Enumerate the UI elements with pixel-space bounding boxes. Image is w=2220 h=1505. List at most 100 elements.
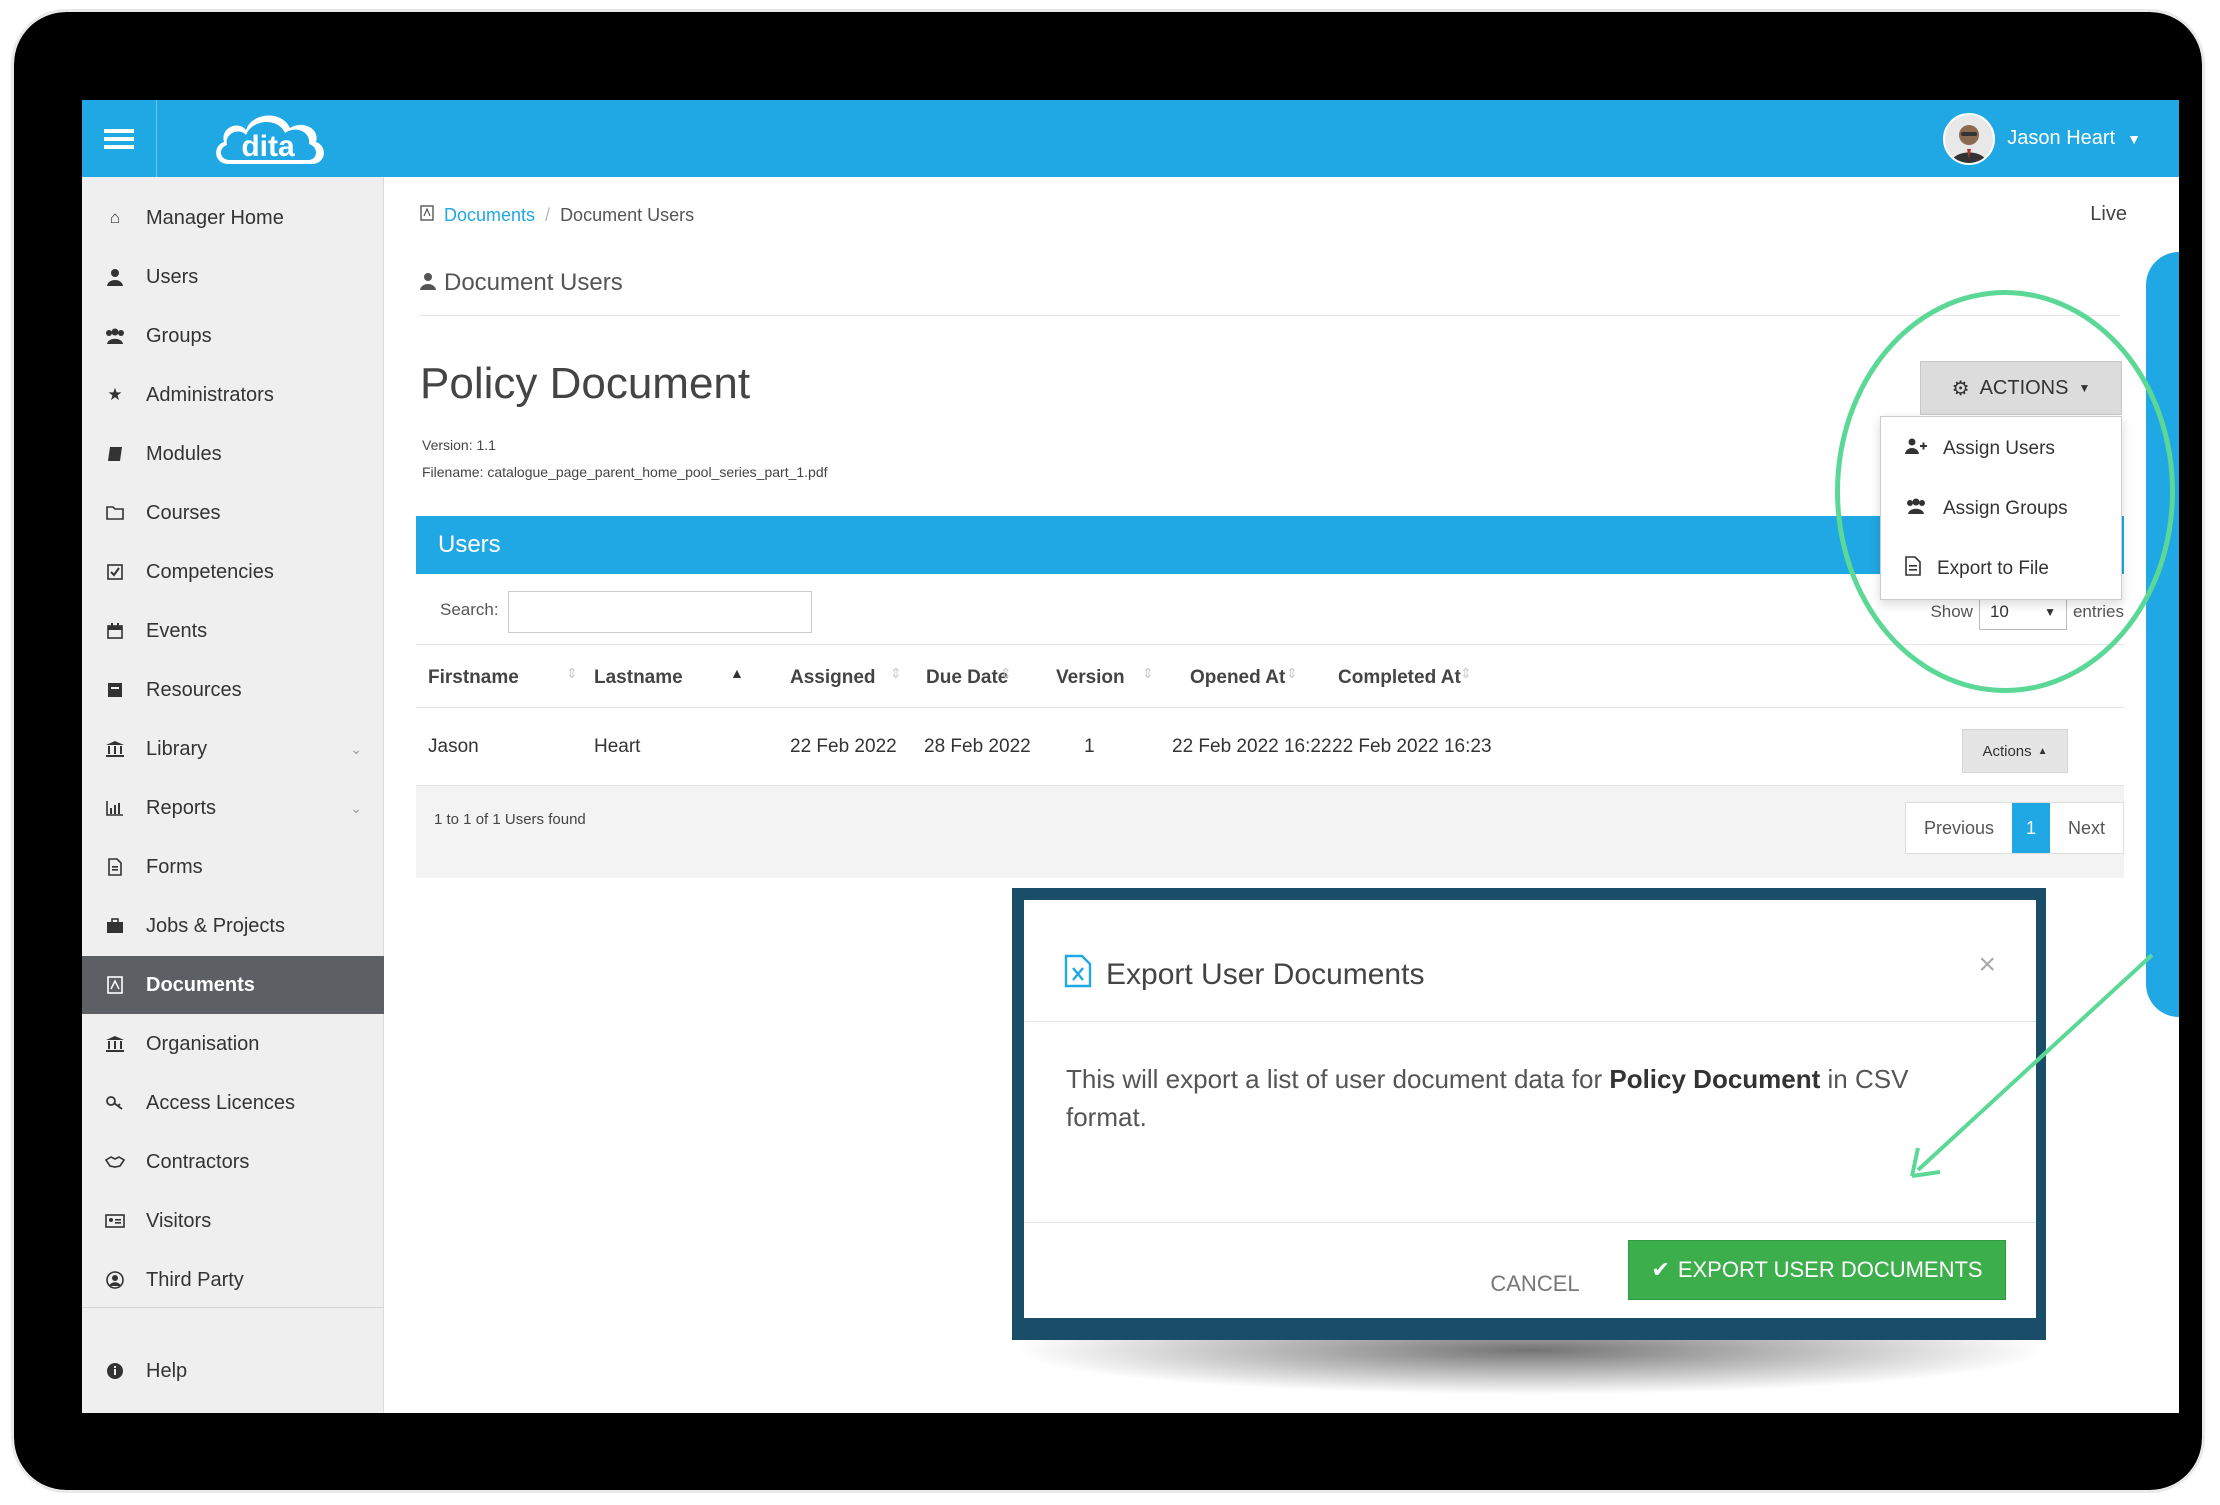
sidebar-item-help[interactable]: Help: [82, 1342, 384, 1400]
sidebar-item-users[interactable]: Users: [82, 248, 384, 306]
sidebar-item-administrators[interactable]: ★ Administrators: [82, 366, 384, 424]
breadcrumb: Documents / Document Users: [420, 205, 694, 226]
pagination-next[interactable]: Next: [2050, 803, 2123, 853]
sort-icon[interactable]: ⇕: [1142, 665, 1154, 682]
row-actions-button[interactable]: Actions ▲: [1962, 729, 2068, 773]
sidebar-item-organisation[interactable]: Organisation: [82, 1015, 384, 1073]
sidebar-item-reports[interactable]: Reports ⌄: [82, 779, 384, 837]
sidebar-item-manager-home[interactable]: ⌂ Manager Home: [82, 189, 384, 247]
sort-asc-icon[interactable]: ▲: [730, 665, 744, 681]
breadcrumb-current: Document Users: [560, 205, 695, 225]
sidebar-item-label: Documents: [146, 973, 255, 996]
pagination-page-1[interactable]: 1: [2011, 803, 2050, 853]
modal-title: Export User Documents: [1064, 954, 1424, 996]
modal-title-text: Export User Documents: [1106, 958, 1425, 991]
sort-icon[interactable]: ⇕: [890, 665, 902, 682]
table-header: Firstname ⇕ Lastname ▲ Assigned ⇕ Due Da…: [416, 644, 2124, 708]
archive-icon: [104, 679, 126, 701]
sidebar-item-label: Jobs & Projects: [146, 914, 285, 937]
user-icon: [104, 266, 126, 288]
sidebar-item-jobs-projects[interactable]: Jobs & Projects: [82, 897, 384, 955]
sidebar-item-forms[interactable]: Forms: [82, 838, 384, 896]
close-icon[interactable]: ×: [1978, 948, 1996, 982]
sidebar-item-contractors[interactable]: Contractors: [82, 1133, 384, 1191]
search-label: Search:: [440, 600, 499, 619]
caret-down-icon: ▼: [2127, 130, 2141, 147]
column-header-firstname[interactable]: Firstname: [428, 667, 519, 689]
modal-header: Export User Documents ×: [1024, 900, 2036, 1022]
modal-footer-divider: [1024, 1222, 2036, 1223]
sort-icon[interactable]: ⇕: [1286, 665, 1298, 682]
search-input[interactable]: [508, 591, 812, 633]
pagination: Previous 1 Next: [1904, 802, 2124, 854]
sidebar-item-documents[interactable]: Documents: [82, 956, 384, 1014]
file-pdf-icon: [104, 974, 126, 996]
sidebar-item-label: Groups: [146, 324, 212, 347]
user-menu[interactable]: Jason Heart ▼: [1943, 110, 2141, 167]
avatar: [1943, 112, 1996, 165]
sidebar-item-competencies[interactable]: Competencies: [82, 543, 384, 601]
panel-title: Users: [438, 531, 501, 558]
export-user-documents-button[interactable]: ✔ EXPORT USER DOCUMENTS: [1628, 1240, 2006, 1300]
sidebar-item-label: Access Licences: [146, 1091, 295, 1114]
file-pdf-icon: [420, 205, 434, 226]
sort-icon[interactable]: ⇕: [566, 665, 578, 682]
pagination-previous[interactable]: Previous: [1906, 803, 2012, 853]
sidebar-item-label: Modules: [146, 442, 222, 465]
folder-icon: [104, 502, 126, 524]
column-header-lastname[interactable]: Lastname: [594, 667, 683, 689]
cancel-button[interactable]: CANCEL: [1470, 1254, 1600, 1314]
column-header-completed-at[interactable]: Completed At: [1338, 667, 1461, 689]
sidebar-item-label: Reports: [146, 796, 217, 819]
users-icon: [104, 325, 126, 347]
file-excel-icon: [1064, 954, 1092, 996]
sidebar-item-label: Organisation: [146, 1032, 260, 1055]
cell-firstname: Jason: [428, 736, 479, 757]
home-icon: ⌂: [109, 208, 121, 227]
modal-body-text: This will export a list of user document…: [1066, 1064, 1610, 1094]
top-bar: dita Jason Heart ▼: [82, 100, 2179, 177]
column-header-version[interactable]: Version: [1056, 667, 1125, 689]
sidebar-item-label: Administrators: [146, 383, 274, 406]
key-icon: [104, 1092, 126, 1114]
column-header-opened-at[interactable]: Opened At: [1190, 667, 1285, 689]
sidebar-item-resources[interactable]: Resources: [82, 661, 384, 719]
section-heading: Document Users: [420, 269, 623, 297]
sidebar-item-label: Third Party: [146, 1268, 244, 1291]
breadcrumb-documents-link[interactable]: Documents: [444, 205, 535, 226]
sidebar-item-label: Library: [146, 737, 208, 760]
sidebar-item-groups[interactable]: Groups: [82, 307, 384, 365]
menu-toggle-button[interactable]: [82, 100, 157, 177]
sidebar-item-label: Competencies: [146, 560, 274, 583]
sidebar-item-label: Courses: [146, 501, 221, 524]
sidebar-item-third-party[interactable]: Third Party: [82, 1251, 384, 1309]
sort-icon[interactable]: ⇕: [1000, 665, 1012, 682]
divider: [420, 315, 2120, 316]
sidebar-item-label: Events: [146, 619, 208, 642]
handshake-icon: [104, 1151, 126, 1173]
section-heading-text: Document Users: [444, 269, 623, 296]
document-version: Version: 1.1: [422, 437, 496, 453]
file-text-icon: [104, 856, 126, 878]
sort-icon[interactable]: ⇕: [1460, 665, 1472, 682]
bank-icon: [104, 738, 126, 760]
dita-logo[interactable]: dita: [210, 108, 330, 172]
cell-version: 1: [1084, 736, 1095, 757]
sidebar-item-label: Contractors: [146, 1150, 250, 1173]
column-header-assigned[interactable]: Assigned: [790, 667, 876, 689]
user-icon: [420, 269, 436, 297]
table-row: Jason Heart 22 Feb 2022 28 Feb 2022 1 22…: [416, 708, 2124, 786]
column-header-due-date[interactable]: Due Date: [926, 667, 1008, 689]
sidebar-item-access-licences[interactable]: Access Licences: [82, 1074, 384, 1132]
check-icon: ✔: [1651, 1257, 1670, 1282]
cell-due-date: 28 Feb 2022: [924, 736, 1031, 757]
calendar-icon: [104, 620, 126, 642]
sidebar-item-label: Help: [146, 1359, 188, 1382]
sidebar-item-library[interactable]: Library ⌄: [82, 720, 384, 778]
sidebar-item-courses[interactable]: Courses: [82, 484, 384, 542]
annotation-circle: [1835, 290, 2175, 693]
sidebar-item-modules[interactable]: Modules: [82, 425, 384, 483]
sidebar-item-events[interactable]: Events: [82, 602, 384, 660]
sidebar-item-visitors[interactable]: Visitors: [82, 1192, 384, 1250]
row-actions-label: Actions: [1982, 742, 2032, 760]
